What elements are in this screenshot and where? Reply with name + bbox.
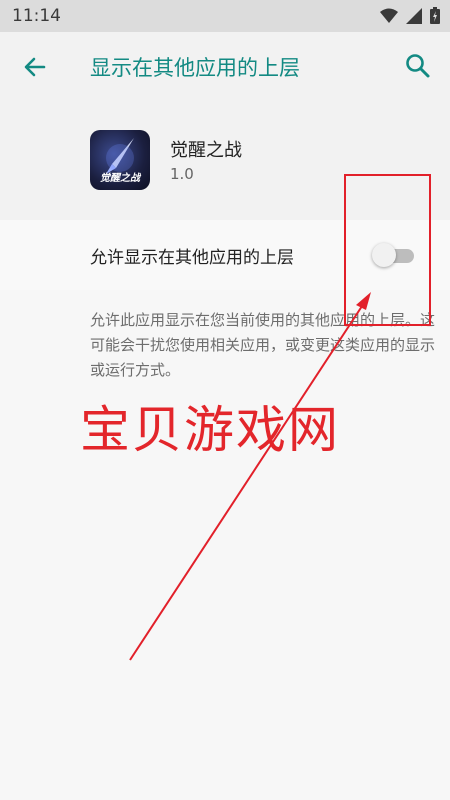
status-icons: [380, 7, 440, 24]
search-icon: [402, 54, 434, 86]
annotation-highlight-box: [344, 174, 431, 326]
status-time: 11:14: [12, 6, 61, 26]
page-title: 显示在其他应用的上层: [90, 56, 300, 80]
app-icon: 觉醒之战: [90, 130, 150, 190]
wifi-icon: [380, 8, 398, 24]
watermark-text: 宝贝游戏网: [80, 401, 340, 459]
signal-icon: [406, 7, 422, 24]
status-bar: 11:14: [0, 0, 450, 32]
battery-icon: [430, 7, 440, 24]
app-name: 觉醒之战: [170, 140, 242, 161]
back-arrow-icon: [18, 57, 52, 88]
search-button[interactable]: [402, 50, 434, 82]
overlay-permission-label: 允许显示在其他应用的上层: [90, 248, 294, 268]
app-icon-logo-text: 觉醒之战: [100, 173, 140, 184]
app-bar: 显示在其他应用的上层: [0, 32, 450, 100]
app-version: 1.0: [170, 165, 194, 183]
back-button[interactable]: [18, 50, 52, 84]
